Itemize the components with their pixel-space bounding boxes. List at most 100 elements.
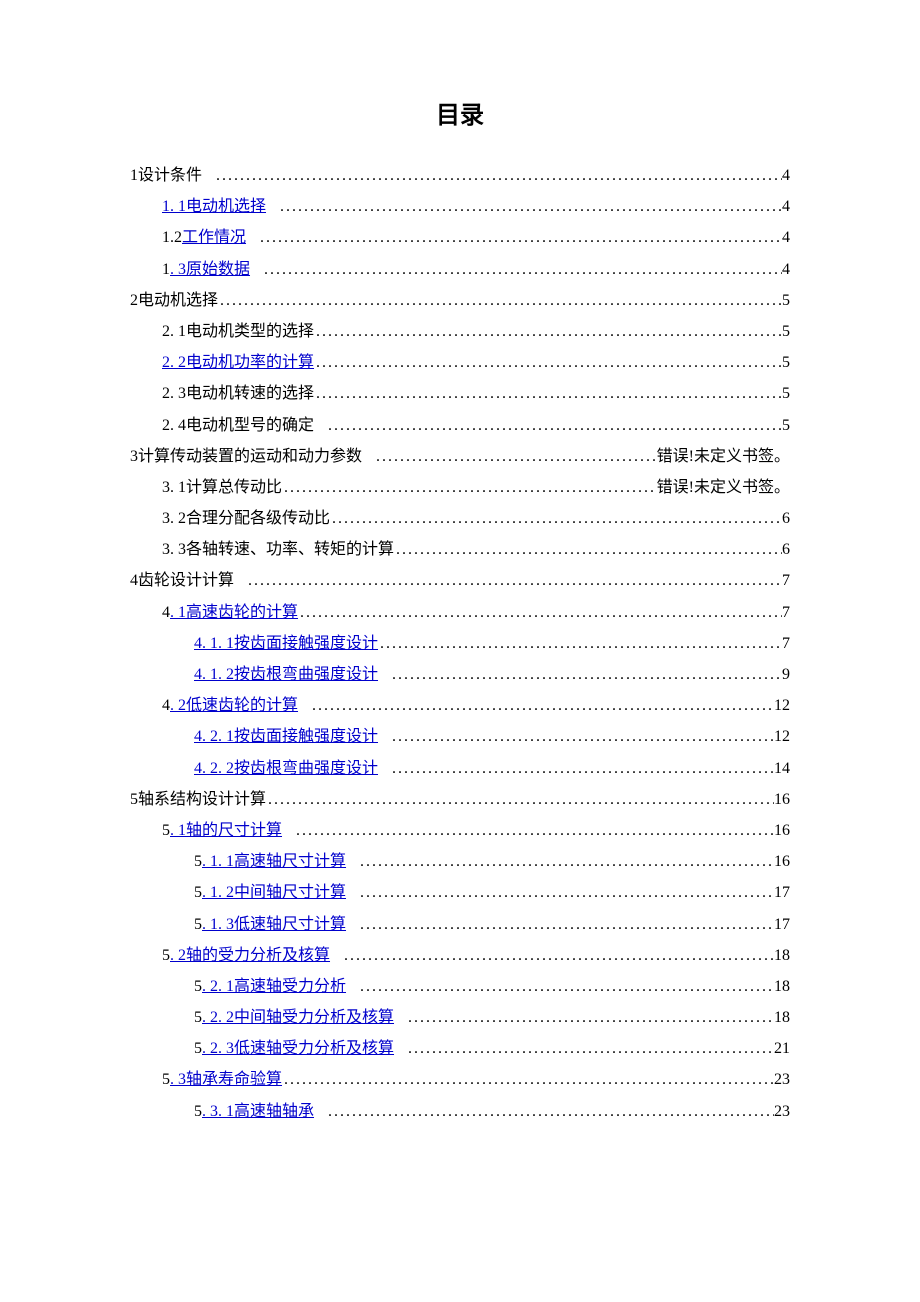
toc-leader [266, 191, 782, 222]
toc-entry: 2. 1电动机类型的选择5 [130, 316, 790, 347]
toc-entry-label[interactable]: 5. 1. 3低速轴尺寸计算 [194, 909, 346, 940]
toc-leader [378, 721, 774, 752]
toc-entry-label: 4齿轮设计计算 [130, 565, 234, 596]
toc-page-number: 17 [774, 909, 790, 940]
toc-entry: 5. 2. 1高速轴受力分析18 [130, 971, 790, 1002]
toc-entry: 5. 2轴的受力分析及核算 18 [130, 940, 790, 971]
toc-entry: 5轴系结构设计计算16 [130, 784, 790, 815]
toc-entry-label[interactable]: 5. 3轴承寿命验算 [162, 1064, 282, 1095]
toc-leader [250, 254, 782, 285]
toc-page-number: 6 [782, 534, 790, 565]
toc-leader [394, 1033, 774, 1064]
toc-entry-label[interactable]: 4. 1. 2按齿根弯曲强度设计 [194, 659, 378, 690]
toc-entry-label: 1设计条件 [130, 160, 202, 191]
toc-leader [298, 597, 782, 628]
toc-entry-prefix: 5 [162, 940, 170, 971]
toc-page-number: 23 [774, 1096, 790, 1127]
toc-entry: 2. 2电动机功率的计算 5 [130, 347, 790, 378]
toc-leader [234, 565, 782, 596]
toc-entry-label[interactable]: 1.2工作情况 [162, 222, 246, 253]
toc-entry-label[interactable]: 5. 2. 2中间轴受力分析及核算 [194, 1002, 394, 1033]
toc-entry: 2. 4电动机型号的确定5 [130, 410, 790, 441]
toc-entry: 4. 1. 2按齿根弯曲强度设计 9 [130, 659, 790, 690]
toc-entry-label[interactable]: 4. 1. 1按齿面接触强度设计 [194, 628, 378, 659]
toc-page-number: 18 [774, 1002, 790, 1033]
toc-page-number: 16 [774, 846, 790, 877]
toc-page-number: 16 [774, 784, 790, 815]
toc-page-number: 错误!未定义书签。 [657, 472, 790, 503]
toc-entry-label[interactable]: 2. 2电动机功率的计算 [162, 347, 314, 378]
toc-entry-label[interactable]: 5. 2. 3低速轴受力分析及核算 [194, 1033, 394, 1064]
toc-leader [202, 160, 782, 191]
toc-page-number: 14 [774, 753, 790, 784]
toc-leader [314, 347, 782, 378]
toc-entry-label[interactable]: 1. 3原始数据 [162, 254, 250, 285]
toc-entry-prefix: 5 [194, 1002, 202, 1033]
toc-entry-label[interactable]: 5. 1轴的尺寸计算 [162, 815, 282, 846]
toc-page-number: 21 [774, 1033, 790, 1064]
toc-page-number: 4 [782, 160, 790, 191]
toc-entry-label[interactable]: 5. 2. 1高速轴受力分析 [194, 971, 346, 1002]
toc-page-number: 17 [774, 877, 790, 908]
toc-page-number: 5 [782, 347, 790, 378]
toc-leader [282, 472, 657, 503]
toc-leader [282, 1064, 774, 1095]
toc-entry-label: 3. 2合理分配各级传动比 [162, 503, 330, 534]
toc-page-number: 4 [782, 222, 790, 253]
toc-entry: 2. 3电动机转速的选择5 [130, 378, 790, 409]
toc-entry: 5. 1. 2中间轴尺寸计算 17 [130, 877, 790, 908]
toc-leader [378, 659, 782, 690]
toc-leader [298, 690, 774, 721]
toc-entry-label[interactable]: 1. 1电动机选择 [162, 191, 266, 222]
toc-page-number: 4 [782, 254, 790, 285]
toc-entry: 5. 2. 3低速轴受力分析及核算 21 [130, 1033, 790, 1064]
toc-entry: 4齿轮设计计算7 [130, 565, 790, 596]
toc-page-number: 5 [782, 410, 790, 441]
toc-entry-label: 3计算传动装置的运动和动力参数 [130, 441, 362, 472]
toc-entry-label: 3. 3各轴转速、功率、转矩的计算 [162, 534, 394, 565]
toc-entry-label: 3. 1计算总传动比 [162, 472, 282, 503]
toc-page-number: 9 [782, 659, 790, 690]
toc-entry-label[interactable]: 4. 2低速齿轮的计算 [162, 690, 298, 721]
toc-leader [346, 971, 774, 1002]
toc-page-number: 12 [774, 690, 790, 721]
toc-leader [394, 534, 782, 565]
toc-entry: 5. 1. 3低速轴尺寸计算 17 [130, 909, 790, 940]
toc-page-number: 12 [774, 721, 790, 752]
toc-entry-prefix: 5 [162, 815, 170, 846]
toc-page-number: 5 [782, 285, 790, 316]
toc-entry: 4. 2. 2按齿根弯曲强度设计 14 [130, 753, 790, 784]
toc-entry-prefix: 5 [194, 971, 202, 1002]
toc-entry-label[interactable]: 5. 3. 1高速轴轴承 [194, 1096, 314, 1127]
toc-entry-label[interactable]: 5. 1. 1高速轴尺寸计算 [194, 846, 346, 877]
toc-entry: 5. 1轴的尺寸计算 16 [130, 815, 790, 846]
toc-entry-label: 2电动机选择 [130, 285, 218, 316]
toc-entry-label[interactable]: 5. 1. 2中间轴尺寸计算 [194, 877, 346, 908]
toc-entry: 1. 1电动机选择 4 [130, 191, 790, 222]
toc-leader [362, 441, 657, 472]
toc-leader [378, 753, 774, 784]
toc-container: 1设计条件 4 1. 1电动机选择 4 1.2工作情况 4 1. 3原始数据 4 2电动机选择 5… [130, 160, 790, 1127]
toc-leader [314, 1096, 774, 1127]
toc-page-number: 18 [774, 940, 790, 971]
toc-leader [346, 909, 774, 940]
toc-entry-prefix: 5 [162, 1064, 170, 1095]
toc-entry-label[interactable]: 4. 1高速齿轮的计算 [162, 597, 298, 628]
toc-page-number: 4 [782, 191, 790, 222]
toc-entry-label[interactable]: 4. 2. 1按齿面接触强度设计 [194, 721, 378, 752]
toc-entry: 3. 2合理分配各级传动比6 [130, 503, 790, 534]
toc-leader [346, 877, 774, 908]
toc-entry-label[interactable]: 4. 2. 2按齿根弯曲强度设计 [194, 753, 378, 784]
toc-entry: 5. 3轴承寿命验算23 [130, 1064, 790, 1095]
toc-page-number: 16 [774, 815, 790, 846]
toc-entry: 1. 3原始数据 4 [130, 254, 790, 285]
toc-entry-label[interactable]: 5. 2轴的受力分析及核算 [162, 940, 330, 971]
toc-leader [314, 316, 782, 347]
toc-entry-prefix: 5 [194, 1096, 202, 1127]
toc-entry: 5. 3. 1高速轴轴承 23 [130, 1096, 790, 1127]
toc-entry: 5. 1. 1高速轴尺寸计算 16 [130, 846, 790, 877]
toc-entry-label: 2. 3电动机转速的选择 [162, 378, 314, 409]
toc-entry-label: 2. 1电动机类型的选择 [162, 316, 314, 347]
toc-leader [378, 628, 782, 659]
toc-leader [314, 410, 782, 441]
